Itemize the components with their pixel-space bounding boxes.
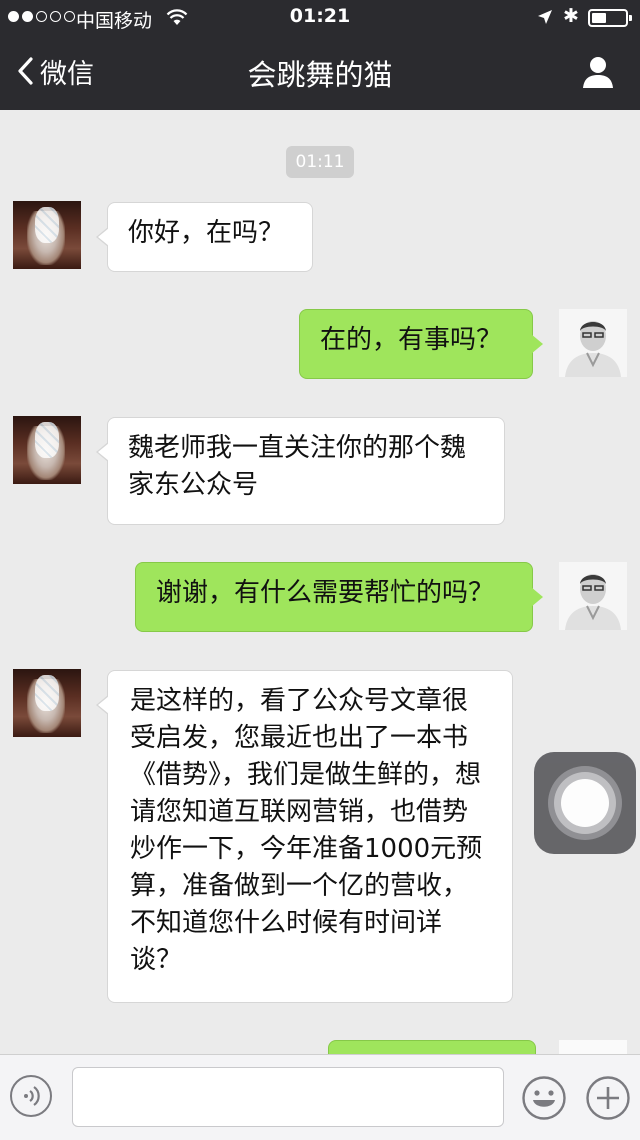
my-avatar[interactable] (559, 562, 627, 630)
chat-title: 会跳舞的猫 (247, 58, 393, 92)
chat-timestamp: 01:11 (286, 146, 354, 178)
contact-avatar[interactable] (13, 416, 81, 484)
person-icon[interactable] (580, 54, 616, 90)
status-bar: 中国移动 01:21 ✱ (0, 0, 640, 36)
bluetooth-icon: ✱ (563, 5, 579, 27)
contact-avatar[interactable] (13, 669, 81, 737)
message-text: 在的，有事吗？ (320, 325, 503, 355)
voice-icon[interactable] (10, 1075, 52, 1117)
portrait-image (559, 309, 627, 377)
message-input[interactable] (72, 1067, 504, 1127)
assistive-touch-icon[interactable] (534, 752, 636, 854)
message-text: 魏老师我一直关注你的那个魏家东公众号 (128, 433, 467, 500)
received-message[interactable]: 是这样的，看了公众号文章很受启发，您最近也出了一本书《借势》，我们是做生鲜的，想… (96, 670, 513, 1003)
received-message[interactable]: 魏老师我一直关注你的那个魏家东公众号 (96, 417, 505, 525)
my-avatar-partial (559, 1040, 627, 1054)
sent-message[interactable]: 在的，有事吗？ (299, 309, 543, 379)
message-text: 是这样的，看了公众号文章很受启发，您最近也出了一本书《借势》，我们是做生鲜的，想… (130, 686, 483, 975)
contact-avatar[interactable] (13, 201, 81, 269)
my-avatar[interactable] (559, 309, 627, 377)
plus-icon[interactable] (585, 1075, 631, 1121)
battery-icon (588, 9, 632, 27)
message-text: 你好，在吗？ (128, 218, 285, 248)
top-bar: 中国移动 01:21 ✱ 微信 会跳舞的猫 (0, 0, 640, 110)
received-message[interactable]: 你好，在吗？ (96, 202, 313, 272)
message-text: 谢谢，有什么需要帮忙的吗？ (156, 578, 495, 608)
emoji-icon[interactable] (521, 1075, 567, 1121)
location-arrow-icon (538, 10, 552, 24)
input-bar (0, 1054, 640, 1140)
portrait-image (559, 562, 627, 630)
sent-message[interactable]: 谢谢，有什么需要帮忙的吗？ (135, 562, 543, 632)
